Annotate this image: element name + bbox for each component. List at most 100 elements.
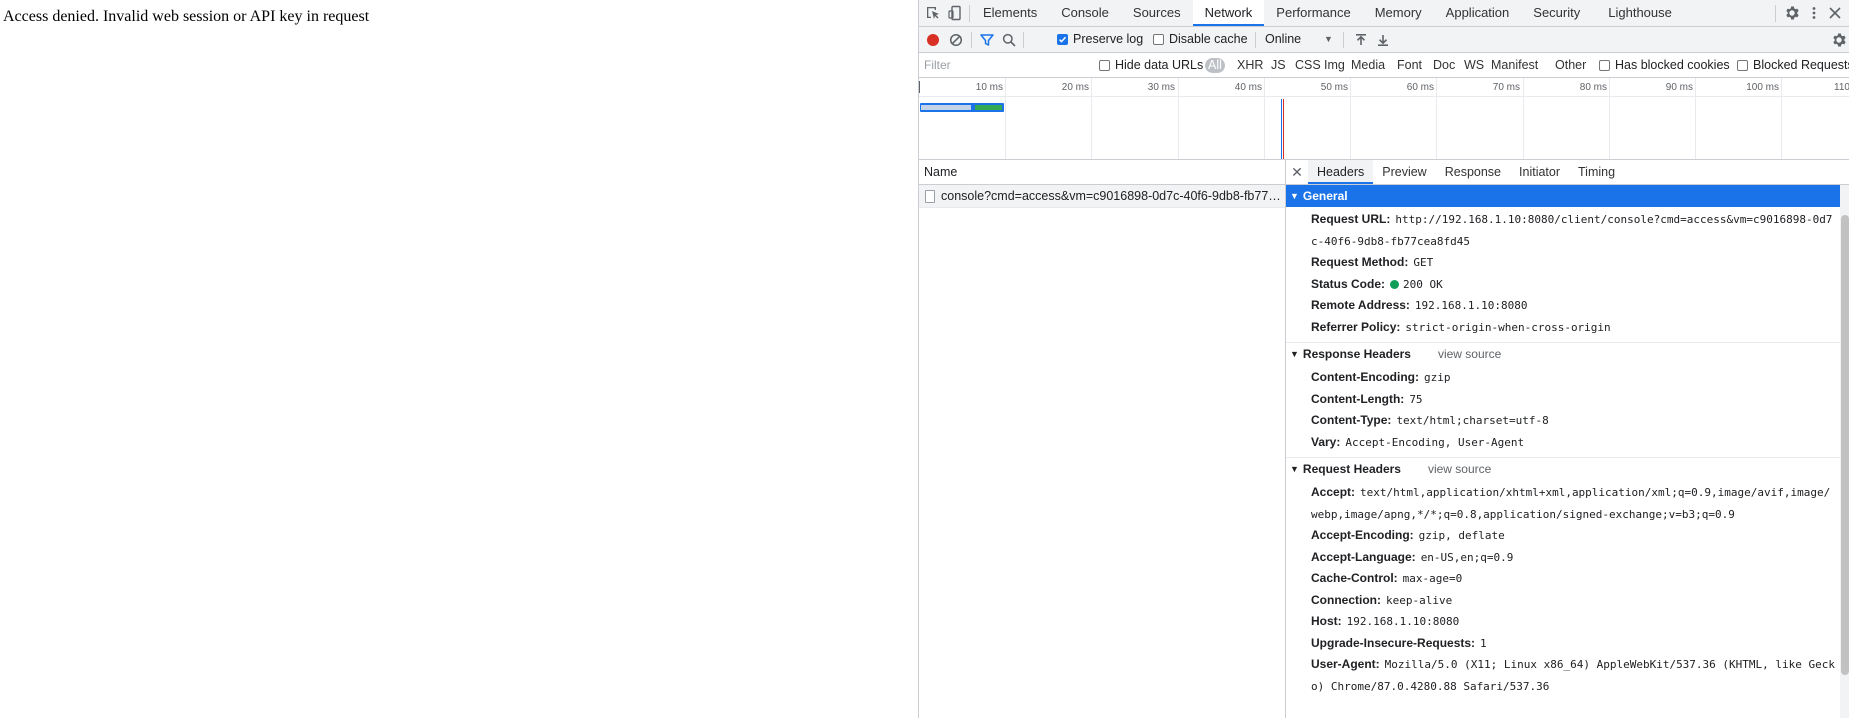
throttling-select[interactable]: Online	[1265, 32, 1301, 46]
timeline-download-segment	[975, 105, 1002, 110]
tabbar-separator	[969, 5, 970, 22]
request-headers-title: Request Headers	[1302, 462, 1401, 476]
timeline-gridline	[1005, 78, 1006, 159]
filter-type-all[interactable]: All	[1205, 58, 1225, 73]
filter-type-media[interactable]: Media	[1351, 58, 1385, 72]
expand-triangle-icon[interactable]: ▼	[1290, 343, 1299, 365]
header-value: text/html;charset=utf-8	[1396, 414, 1549, 427]
timeline-waiting-segment	[921, 105, 971, 110]
check-icon[interactable]	[1057, 33, 1068, 45]
checkbox-box[interactable]	[1153, 33, 1164, 45]
header-value: gzip	[1423, 371, 1451, 384]
header-row: Cache-Control: max-age=0	[1286, 568, 1840, 590]
header-key: Request URL:	[1311, 212, 1391, 226]
header-value: keep-alive	[1386, 593, 1453, 607]
table-row[interactable]: console?cmd=access&vm=c9016898-0d7c-40f6…	[919, 185, 1285, 208]
view-source-link[interactable]: view source	[1428, 458, 1491, 480]
filter-type-other[interactable]: Other	[1555, 58, 1586, 72]
timeline-overview[interactable]: 10 ms 20 ms 30 ms 40 ms 50 ms 60 ms 70 m…	[919, 78, 1849, 160]
checkbox-box[interactable]	[1099, 59, 1110, 71]
tab-console[interactable]: Console	[1049, 0, 1121, 26]
disable-cache-checkbox[interactable]: Disable cache	[1153, 32, 1248, 46]
scrollbar-thumb[interactable]	[1841, 215, 1849, 675]
filter-type-font[interactable]: Font	[1397, 58, 1422, 72]
close-detail-icon[interactable]: ✕	[1286, 160, 1308, 184]
record-icon[interactable]	[923, 30, 943, 50]
general-section: ▼ General Request URL: http://192.168.1.1…	[1286, 185, 1840, 342]
expand-triangle-icon[interactable]: ▼	[1290, 458, 1299, 480]
header-row: Content-Encoding: gzip	[1286, 367, 1840, 389]
search-icon[interactable]	[999, 30, 1019, 50]
view-source-link[interactable]: view source	[1438, 343, 1501, 365]
tab-preview[interactable]: Preview	[1373, 160, 1435, 184]
chevron-down-icon[interactable]: ▼	[1324, 34, 1333, 44]
header-key: Upgrade-Insecure-Requests:	[1311, 635, 1476, 650]
filter-type-manifest[interactable]: Manifest	[1491, 58, 1538, 72]
filter-type-img[interactable]: Img	[1324, 58, 1345, 72]
expand-triangle-icon[interactable]: ▼	[1290, 185, 1299, 207]
general-section-header[interactable]: ▼ General	[1286, 185, 1840, 207]
tab-timing[interactable]: Timing	[1569, 160, 1624, 184]
tab-network[interactable]: Network	[1192, 0, 1265, 26]
dom-content-loaded-line	[1281, 99, 1282, 159]
preserve-log-checkbox[interactable]: Preserve log	[1057, 32, 1143, 46]
clear-icon[interactable]	[946, 30, 966, 50]
request-name[interactable]: console?cmd=access&vm=c9016898-0d7c-40f6…	[941, 189, 1281, 203]
timeline-gridline	[1350, 78, 1351, 159]
timeline-tick-label: 70 ms	[1492, 82, 1520, 93]
timeline-gridline	[1178, 78, 1179, 159]
header-key: Content-Length:	[1311, 391, 1405, 406]
timeline-gridline	[1436, 78, 1437, 159]
tab-performance[interactable]: Performance	[1264, 0, 1362, 26]
close-icon[interactable]	[1825, 3, 1845, 23]
filter-type-js[interactable]: JS	[1271, 58, 1286, 72]
has-blocked-cookies-label: Has blocked cookies	[1615, 58, 1730, 72]
header-value: strict-origin-when-cross-origin	[1405, 320, 1611, 334]
inspect-element-icon[interactable]	[923, 3, 943, 23]
kebab-menu-icon[interactable]	[1804, 3, 1824, 23]
header-key: Accept-Encoding:	[1311, 528, 1414, 542]
header-value: 192.168.1.10:8080	[1414, 299, 1528, 312]
detail-scrollbar[interactable]	[1840, 185, 1849, 718]
tab-application[interactable]: Application	[1434, 0, 1522, 26]
tab-elements[interactable]: Elements	[971, 0, 1049, 26]
tab-headers[interactable]: Headers	[1308, 160, 1374, 184]
filter-type-xhr[interactable]: XHR	[1237, 58, 1263, 72]
filter-input[interactable]	[921, 56, 1091, 74]
toolbar-separator	[1255, 32, 1256, 48]
request-headers-header[interactable]: ▼ Request Headers view source	[1286, 457, 1840, 480]
request-list: Name console?cmd=access&vm=c9016898-0d7c…	[919, 160, 1285, 718]
toolbar-separator	[1343, 32, 1344, 48]
header-key: Host:	[1311, 614, 1342, 628]
gear-icon[interactable]	[1782, 3, 1802, 23]
header-key: Status Code:	[1311, 276, 1386, 291]
header-value: en-US,en;q=0.9	[1420, 550, 1514, 564]
filter-type-css[interactable]: CSS	[1295, 58, 1321, 72]
devtools-tabbar: Elements Console Sources Network Perform…	[919, 0, 1849, 27]
network-settings-gear-icon[interactable]	[1829, 30, 1849, 50]
timeline-tick-label: 20 ms	[1061, 82, 1089, 93]
tab-sources[interactable]: Sources	[1121, 0, 1193, 26]
response-headers-title: Response Headers	[1302, 347, 1411, 361]
hide-data-urls-checkbox[interactable]: Hide data URLs	[1099, 58, 1203, 72]
export-har-icon[interactable]	[1373, 30, 1393, 50]
header-row: Upgrade-Insecure-Requests: 1	[1286, 633, 1840, 655]
blocked-requests-checkbox[interactable]: Blocked Requests	[1737, 58, 1849, 72]
checkbox-box[interactable]	[1737, 59, 1748, 71]
checkbox-box[interactable]	[1599, 59, 1610, 71]
device-toolbar-icon[interactable]	[945, 3, 965, 23]
tab-security[interactable]: Security	[1521, 0, 1592, 26]
tab-initiator[interactable]: Initiator	[1510, 160, 1569, 184]
filter-type-doc[interactable]: Doc	[1433, 58, 1455, 72]
filter-type-ws[interactable]: WS	[1464, 58, 1484, 72]
access-denied-message: Access denied. Invalid web session or AP…	[3, 8, 370, 25]
tab-lighthouse[interactable]: Lighthouse	[1592, 0, 1684, 26]
tab-response[interactable]: Response	[1436, 160, 1510, 184]
filter-icon[interactable]	[977, 30, 997, 50]
tab-memory[interactable]: Memory	[1363, 0, 1434, 26]
has-blocked-cookies-checkbox[interactable]: Has blocked cookies	[1599, 58, 1730, 72]
toolbar-separator	[971, 32, 972, 48]
import-har-icon[interactable]	[1351, 30, 1371, 50]
name-column-header[interactable]: Name	[919, 160, 1285, 185]
response-headers-header[interactable]: ▼ Response Headers view source	[1286, 342, 1840, 365]
